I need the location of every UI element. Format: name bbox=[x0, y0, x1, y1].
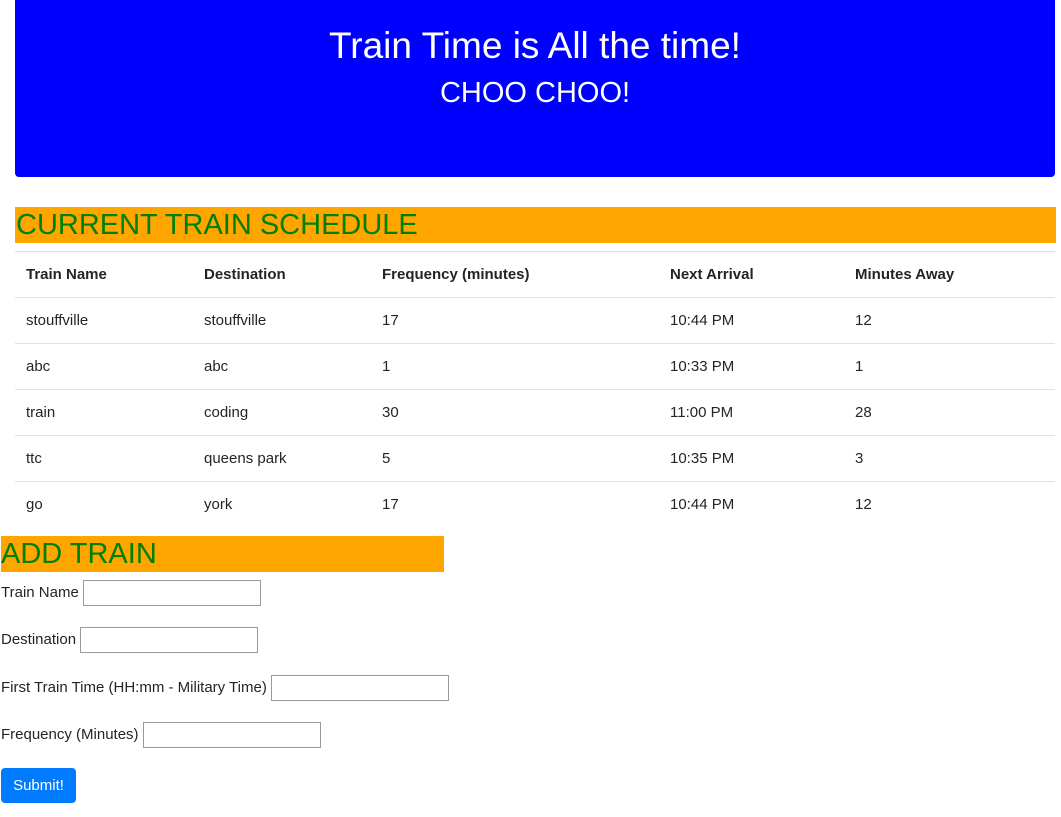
cell-minutes-away: 12 bbox=[855, 312, 872, 329]
destination-input[interactable] bbox=[80, 627, 259, 653]
column-header-minutes-away: Minutes Away bbox=[844, 251, 1055, 298]
cell-next-arrival: 10:44 PM bbox=[670, 312, 735, 329]
cell-train-name: go bbox=[15, 481, 193, 527]
destination-row: Destination bbox=[1, 626, 259, 654]
cell-next-arrival: 10:33 PM bbox=[659, 343, 844, 390]
table-row: stouffville stouffville 17 10:44 PM 12 bbox=[15, 298, 1055, 344]
cell-destination: stouffville bbox=[204, 312, 267, 329]
schedule-table: Train Name Destination Frequency (minute… bbox=[15, 251, 1055, 527]
jumbotron-header: Train Time is All the time! CHOO CHOO! bbox=[15, 0, 1055, 177]
table-row: train coding 30 11:00 PM 28 bbox=[15, 389, 1055, 436]
cell-train-name: abc bbox=[15, 343, 193, 390]
frequency-row: Frequency (Minutes) bbox=[1, 721, 321, 749]
table-row: ttc queens park 5 10:35 PM 3 bbox=[15, 435, 1055, 482]
train-name-label: Train Name bbox=[1, 584, 79, 601]
cell-minutes-away: 1 bbox=[844, 343, 1055, 390]
column-header-train-name: Train Name bbox=[15, 251, 193, 298]
first-train-time-row: First Train Time (HH:mm - Military Time) bbox=[1, 674, 449, 702]
frequency-label: Frequency (Minutes) bbox=[1, 726, 139, 743]
cell-frequency: 1 bbox=[371, 343, 659, 390]
page-title: Train Time is All the time! bbox=[329, 25, 741, 66]
train-name-row: Train Name bbox=[1, 579, 261, 607]
frequency-input[interactable] bbox=[142, 722, 321, 748]
cell-next-arrival: 10:44 PM bbox=[659, 481, 844, 527]
cell-minutes-away: 3 bbox=[844, 435, 1055, 482]
column-header-destination: Destination bbox=[193, 251, 371, 298]
destination-label: Destination bbox=[1, 631, 77, 648]
first-train-time-label: First Train Time (HH:mm - Military Time) bbox=[1, 679, 267, 696]
cell-minutes-away: 12 bbox=[844, 481, 1055, 527]
cell-frequency: 17 bbox=[382, 312, 399, 329]
table-row: abc abc 1 10:33 PM 1 bbox=[15, 343, 1055, 390]
train-name-input[interactable] bbox=[82, 580, 261, 606]
schedule-heading: CURRENT TRAIN SCHEDULE bbox=[15, 207, 1056, 243]
submit-button[interactable]: Submit! bbox=[1, 768, 76, 803]
cell-frequency: 30 bbox=[371, 389, 659, 436]
add-train-heading: ADD TRAIN bbox=[1, 536, 444, 572]
cell-next-arrival: 11:00 PM bbox=[659, 389, 844, 436]
column-header-next-arrival: Next Arrival bbox=[659, 251, 844, 298]
cell-frequency: 17 bbox=[371, 481, 659, 527]
cell-destination: coding bbox=[193, 389, 371, 436]
cell-destination: york bbox=[193, 481, 371, 527]
cell-destination: abc bbox=[193, 343, 371, 390]
cell-train-name: stouffville bbox=[26, 312, 89, 329]
cell-train-name: ttc bbox=[15, 435, 193, 482]
cell-minutes-away: 28 bbox=[844, 389, 1055, 436]
page-subtitle: CHOO CHOO! bbox=[439, 77, 631, 109]
column-header-frequency: Frequency (minutes) bbox=[371, 251, 659, 298]
cell-train-name: train bbox=[15, 389, 193, 436]
table-row: go york 17 10:44 PM 12 bbox=[15, 481, 1055, 527]
cell-destination: queens park bbox=[193, 435, 371, 482]
first-train-time-input[interactable] bbox=[270, 675, 449, 701]
cell-next-arrival: 10:35 PM bbox=[659, 435, 844, 482]
table-header-row: Train Name Destination Frequency (minute… bbox=[15, 251, 1055, 298]
cell-frequency: 5 bbox=[371, 435, 659, 482]
